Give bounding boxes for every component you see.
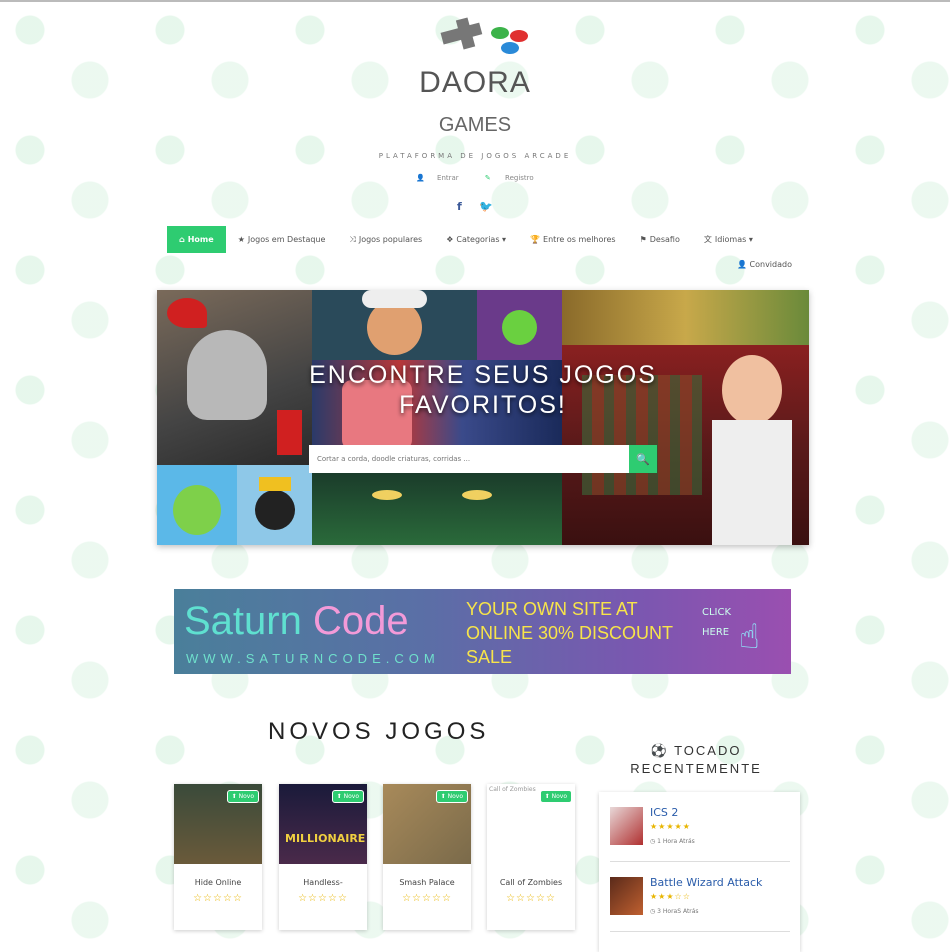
game-title: Handless- [303, 878, 343, 887]
game-title: Hide Online [194, 878, 242, 887]
game-thumbnail [610, 807, 643, 845]
auth-links: 👤 Entrar ✎ Registro [0, 174, 950, 182]
twitter-icon[interactable]: 🐦 [479, 200, 493, 213]
search-input[interactable] [309, 445, 629, 473]
game-title: Smash Palace [399, 878, 455, 887]
game-tile-cut-rope [477, 290, 562, 360]
game-thumbnail: ⬆ Novo [174, 784, 262, 864]
new-badge: ⬆ Novo [331, 790, 364, 803]
recent-item[interactable]: Battle Wizard Attack ★★★☆☆ ◷ 3 HoraS Atr… [610, 872, 790, 932]
nav-challenge[interactable]: ⚑ Desafio [628, 226, 692, 253]
banner-brand: Saturn Code [184, 599, 409, 643]
login-link[interactable]: 👤 Entrar [410, 174, 464, 182]
ad-banner[interactable]: Saturn Code WWW.SATURNCODE.COM YOUR OWN … [174, 589, 791, 674]
recent-item[interactable]: ICS 2 ★★★★★ ◷ 1 Hora Atrás [610, 802, 790, 862]
user-icon: 👤 [416, 174, 426, 182]
user-icon: 👤 [737, 260, 747, 269]
search-icon: 🔍 [636, 452, 650, 466]
game-tile-chef [312, 290, 477, 360]
rating-stars: ☆☆☆☆☆ [298, 893, 348, 904]
recent-item-title[interactable]: ICS 2 [650, 806, 678, 819]
nav-popular[interactable]: ⤨ Jogos populares [337, 226, 434, 253]
star-icon: ★ [237, 235, 245, 244]
rating-stars: ☆☆☆☆☆ [193, 893, 243, 904]
game-card[interactable]: ⬆ Novo Hide Online ☆☆☆☆☆ [174, 784, 262, 930]
nav-guest[interactable]: 👤 Convidado [737, 260, 792, 269]
nav-categories[interactable]: ❖ Categorias ▾ [434, 226, 518, 253]
pointer-hand-icon: ☝ [739, 617, 760, 657]
language-icon: 文 [703, 235, 712, 244]
banner-offer: YOUR OWN SITE AT ONLINE 30% DISCOUNT SAL… [466, 599, 673, 667]
cubes-icon: ❖ [446, 235, 454, 244]
game-tile-monster [312, 470, 562, 545]
new-badge: ⬆ Novo [539, 790, 572, 803]
rating-stars: ☆☆☆☆☆ [506, 893, 556, 904]
recent-title: ⚽ TOCADO RECENTEMENTE [630, 743, 762, 776]
rating-stars: ★★★☆☆ [650, 892, 691, 901]
game-tile-king [237, 465, 312, 545]
game-thumbnail [610, 877, 643, 915]
main-nav: ⌂ Home ★ Jogos em Destaque ⤨ Jogos populare… [167, 226, 765, 253]
new-badge: ⬆ Novo [435, 790, 468, 803]
game-thumbnail: Call of Zombies ⬆ Novo [487, 784, 575, 864]
nav-featured[interactable]: ★ Jogos em Destaque [226, 226, 338, 253]
recent-item-time: ◷ 1 Hora Atrás [650, 838, 695, 845]
rating-stars: ★★★★★ [650, 822, 691, 831]
site-title: DAORA [419, 66, 531, 99]
banner-url: WWW.SATURNCODE.COM [186, 651, 440, 666]
game-card[interactable]: Call of Zombies ⬆ Novo Call of Zombies ☆… [487, 784, 575, 930]
register-link[interactable]: ✎ Registro [479, 174, 540, 182]
new-badge: ⬆ Novo [226, 790, 259, 803]
site-subtitle: GAMES [438, 114, 512, 136]
rating-stars: ☆☆☆☆☆ [402, 893, 452, 904]
site-tagline: PLATAFORMA DE JOGOS ARCADE [378, 152, 572, 160]
recent-item-title[interactable]: Battle Wizard Attack [650, 876, 762, 889]
social-links: f 🐦 [0, 200, 950, 213]
recent-list: ICS 2 ★★★★★ ◷ 1 Hora Atrás Battle Wizard… [599, 792, 800, 952]
clock-icon: ◷ [650, 908, 656, 915]
game-thumbnail: ⬆ Novo [383, 784, 471, 864]
recent-item-time: ◷ 3 HoraS Atrás [650, 908, 699, 915]
nav-languages[interactable]: 文 Idiomas ▾ [692, 226, 765, 253]
home-icon: ⌂ [179, 235, 185, 244]
new-games-title: NOVOS JOGOS [268, 718, 490, 745]
edit-icon: ✎ [484, 174, 491, 182]
broken-image-alt: Call of Zombies [489, 786, 536, 793]
search-button[interactable]: 🔍 [629, 445, 657, 473]
game-tile-bar-top [562, 290, 809, 345]
game-thumbnail: MILLIONAIRE ⬆ Novo [279, 784, 367, 864]
nav-best[interactable]: 🏆 Entre os melhores [518, 226, 628, 253]
facebook-icon[interactable]: f [457, 200, 462, 213]
clock-icon: ◷ [650, 838, 656, 845]
nav-home[interactable]: ⌂ Home [167, 226, 226, 253]
shuffle-icon: ⤨ [349, 235, 356, 244]
search-bar: 🔍 [309, 445, 657, 473]
hero-title: ENCONTRE SEUS JOGOS FAVORITOS! [309, 361, 657, 419]
banner-click-here: CLICK HERE [702, 607, 732, 638]
game-tile-frog [157, 465, 237, 545]
game-card[interactable]: MILLIONAIRE ⬆ Novo Handless- ☆☆☆☆☆ [279, 784, 367, 930]
trophy-icon: 🏆 [530, 235, 541, 244]
hero-banner: ENCONTRE SEUS JOGOS FAVORITOS! 🔍 [157, 290, 809, 545]
game-card[interactable]: ⬆ Novo Smash Palace ☆☆☆☆☆ [383, 784, 471, 930]
game-title: Call of Zombies [499, 878, 563, 887]
flag-icon: ⚑ [639, 235, 647, 244]
